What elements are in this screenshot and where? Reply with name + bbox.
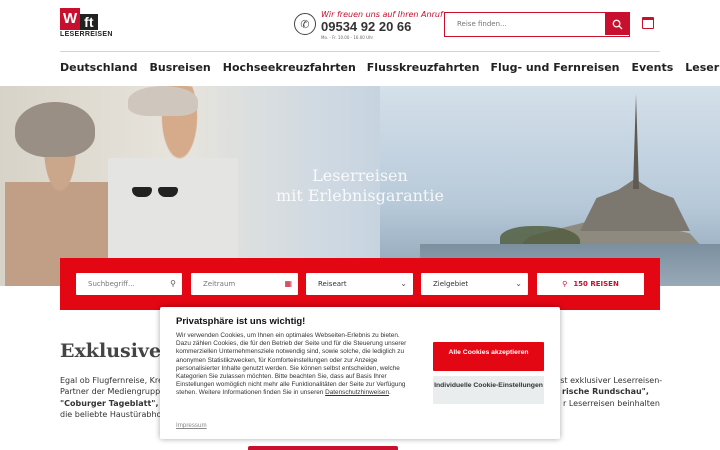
phone-icon: ✆	[294, 13, 316, 35]
content-text-line: rische Rundschau",	[562, 387, 649, 396]
period-input[interactable]: Zeitraum ▦	[191, 273, 298, 295]
phone-tagline: Wir freuen uns auf Ihren Anruf	[321, 10, 443, 19]
hero-title: Leserreisen mit Erlebnisgarantie	[260, 166, 460, 206]
search-icon	[612, 19, 623, 30]
cookie-consent-dialog: Privatsphäre ist uns wichtig! Wir verwen…	[160, 307, 560, 439]
man-hair	[128, 86, 198, 116]
nav-item-flusskreuzfahrten[interactable]: Flusskreuzfahrten	[367, 58, 480, 78]
nav-item-deutschland[interactable]: Deutschland	[60, 58, 137, 78]
destination-label: Zielgebiet	[433, 280, 469, 288]
phone-contact[interactable]: ✆ Wir freuen uns auf Ihren Anruf 09534 9…	[294, 10, 443, 43]
phone-hours: Mo. - Fr. 10.00 - 16.00 Uhr	[321, 35, 374, 40]
chevron-down-icon: ⌄	[400, 279, 407, 288]
header-divider	[60, 51, 660, 52]
nav-item-hochseekreuzfahrten[interactable]: Hochseekreuzfahrten	[223, 58, 356, 78]
nav-item-leserreisen-vorteile[interactable]: Leserreisen Vorteile	[685, 58, 720, 78]
content-text-line: r Leserreisen beinhalten	[563, 399, 660, 408]
trip-filter-bar: Suchbegriff... ⚲ Zeitraum ▦ Reiseart ⌄ Z…	[60, 258, 660, 310]
content-text-line: ist exklusiver Leserreisen-	[558, 376, 663, 385]
keyword-placeholder: Suchbegriff...	[88, 280, 135, 288]
results-count-label: 150 REISEN	[573, 280, 619, 288]
logo-text: LESERREISEN	[60, 31, 113, 38]
phone-number[interactable]: 09534 92 20 66	[321, 19, 411, 34]
custom-cookie-settings-button[interactable]: Individuelle Cookie-Einstellungen	[433, 376, 544, 404]
hero-title-line1: Leserreisen	[312, 166, 408, 185]
period-placeholder: Zeitraum	[203, 280, 236, 288]
site-header: W ft LESERREISEN ✆ Wir freuen uns auf Ih…	[0, 0, 720, 52]
main-nav: Deutschland Busreisen Hochseekreuzfahrte…	[60, 58, 720, 78]
cookie-body: Wir verwenden Cookies, um Ihnen ein opti…	[176, 332, 407, 397]
privacy-link[interactable]: Datenschutzhinweisen	[325, 389, 389, 396]
site-logo[interactable]: W ft LESERREISEN	[60, 8, 112, 38]
nav-item-busreisen[interactable]: Busreisen	[149, 58, 210, 78]
search-input[interactable]	[445, 13, 605, 35]
logo-mark: W ft	[60, 8, 112, 30]
hero-banner: Leserreisen mit Erlebnisgarantie	[0, 86, 720, 286]
impressum-link[interactable]: Impressum	[176, 422, 207, 429]
chevron-down-icon: ⌄	[515, 279, 522, 288]
page: W ft LESERREISEN ✆ Wir freuen uns auf Ih…	[0, 0, 720, 450]
woman-hair	[15, 102, 95, 157]
nav-item-events[interactable]: Events	[631, 58, 673, 78]
travel-type-select[interactable]: Reiseart ⌄	[306, 273, 413, 295]
cookie-text: Wir verwenden Cookies, um Ihnen ein opti…	[176, 332, 414, 398]
sunglasses	[132, 182, 184, 197]
accept-all-cookies-button[interactable]: Alle Cookies akzeptieren	[433, 342, 544, 371]
hero-people-photo	[0, 86, 240, 286]
content-button[interactable]	[248, 446, 398, 450]
travel-type-label: Reiseart	[318, 280, 347, 288]
calendar-icon[interactable]	[642, 17, 654, 29]
search-icon: ⚲	[170, 279, 176, 288]
show-results-button[interactable]: ⚲ 150 REISEN	[537, 273, 644, 295]
keyword-input[interactable]: Suchbegriff... ⚲	[76, 273, 182, 295]
cookie-title: Privatsphäre ist uns wichtig!	[176, 316, 306, 327]
destination-select[interactable]: Zielgebiet ⌄	[421, 273, 528, 295]
search-box	[444, 12, 630, 37]
calendar-icon: ▦	[284, 279, 292, 288]
hero-title-line2: mit Erlebnisgarantie	[276, 186, 444, 205]
nav-item-flug-fernreisen[interactable]: Flug- und Fernreisen	[490, 58, 619, 78]
content-text-line: Egal ob Flugfernreise, Kreu	[60, 376, 169, 385]
logo-mark-ft: ft	[80, 14, 98, 30]
search-icon: ⚲	[562, 280, 568, 288]
cookie-text-end: .	[389, 389, 391, 397]
logo-mark-w: W	[60, 8, 81, 30]
content-text-line: die beliebte Haustürabhol	[60, 410, 164, 419]
content-text-line: Partner der Mediengruppe	[60, 387, 166, 396]
search-button[interactable]	[605, 13, 629, 35]
